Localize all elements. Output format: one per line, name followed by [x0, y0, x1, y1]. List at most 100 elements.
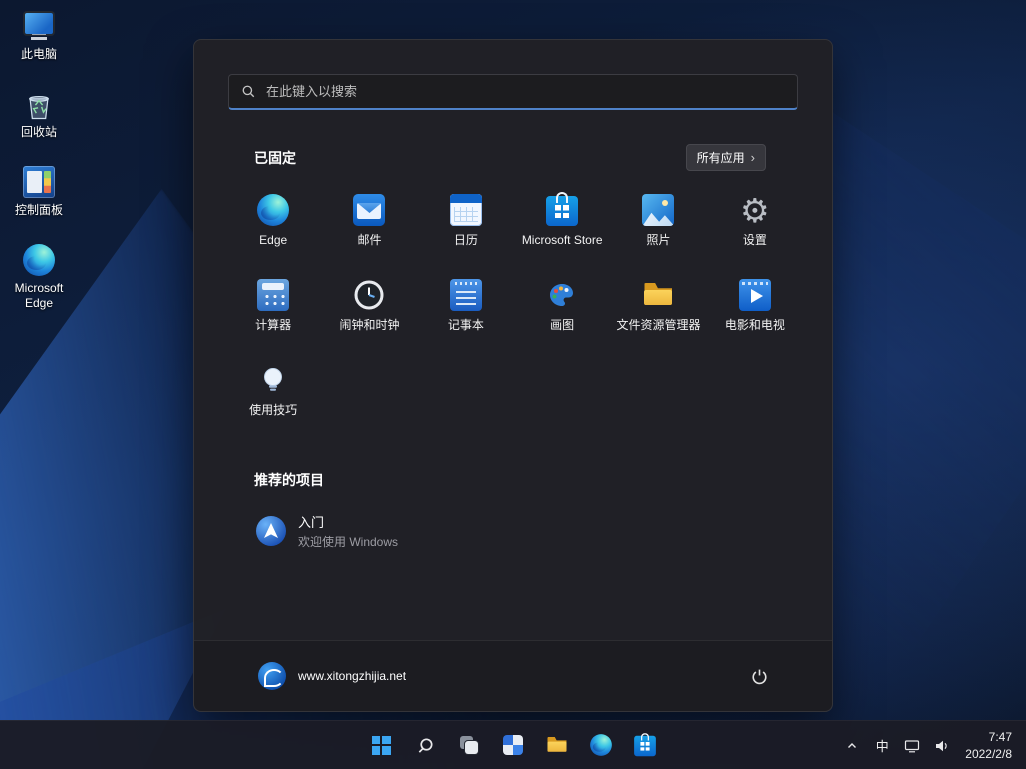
pinned-app-paint[interactable]: 画图	[514, 265, 610, 350]
mail-icon	[353, 194, 385, 226]
start-menu-panel: 已固定 所有应用 › Edge 邮件 日历 Microsoft Store 照片…	[193, 39, 833, 712]
lightbulb-icon	[257, 364, 289, 396]
network-icon	[904, 738, 920, 754]
store-icon	[634, 736, 656, 756]
recycle-bin-icon	[23, 88, 55, 120]
photos-icon	[642, 194, 674, 226]
edge-icon	[23, 244, 55, 276]
pinned-app-label: Edge	[259, 233, 287, 247]
recommended-item-get-started[interactable]: 入门 欢迎使用 Windows	[242, 504, 412, 558]
pinned-app-file-explorer[interactable]: 文件资源管理器	[610, 265, 706, 350]
start-search-box[interactable]	[228, 74, 798, 110]
recommended-section-header: 推荐的项目	[254, 470, 324, 490]
taskbar: 中 7:47 2022/2/8	[0, 720, 1026, 769]
recommended-item-title: 入门	[298, 512, 398, 531]
folder-icon	[546, 734, 568, 756]
desktop-icon-edge[interactable]: Microsoft Edge	[6, 244, 72, 311]
edge-icon	[590, 734, 612, 756]
pinned-app-label: 计算器	[255, 318, 291, 332]
power-icon	[751, 668, 768, 685]
pinned-app-label: 使用技巧	[249, 403, 297, 417]
pinned-app-movies-tv[interactable]: 电影和电视	[707, 265, 803, 350]
desktop-icon-list: 此电脑 回收站 控制面板 Microsoft Edge	[6, 10, 72, 311]
store-icon	[546, 196, 578, 226]
chevron-up-icon	[846, 740, 858, 752]
clock-time: 7:47	[965, 729, 1012, 745]
desktop-icon-label: 此电脑	[21, 47, 57, 62]
task-view-button[interactable]	[449, 725, 489, 765]
pinned-section-header: 已固定 所有应用 ›	[254, 144, 766, 171]
desktop-icon-label: 控制面板	[15, 203, 63, 218]
windows-logo-icon	[372, 736, 391, 755]
pinned-app-label: 照片	[646, 233, 670, 247]
tray-overflow-button[interactable]	[839, 728, 865, 764]
network-button[interactable]	[899, 728, 925, 764]
widgets-icon	[503, 735, 523, 755]
pinned-app-label: 文件资源管理器	[616, 318, 700, 332]
power-button[interactable]	[742, 659, 776, 693]
pinned-app-label: Microsoft Store	[522, 233, 603, 247]
user-account-button[interactable]: www.xitongzhijia.net	[258, 662, 406, 690]
pinned-app-label: 闹钟和时钟	[339, 318, 399, 332]
all-apps-label: 所有应用	[697, 149, 745, 166]
ime-label: 中	[876, 736, 889, 755]
pinned-app-notepad[interactable]: 记事本	[418, 265, 514, 350]
pinned-app-label: 设置	[743, 233, 767, 247]
pinned-app-edge[interactable]: Edge	[225, 180, 321, 265]
start-button[interactable]	[361, 725, 401, 765]
chevron-right-icon: ›	[751, 151, 755, 164]
recommended-item-text: 入门 欢迎使用 Windows	[298, 512, 398, 550]
desktop-icon-recycle-bin[interactable]: 回收站	[6, 88, 72, 140]
all-apps-button[interactable]: 所有应用 ›	[686, 144, 766, 171]
user-label: www.xitongzhijia.net	[298, 669, 406, 683]
pinned-app-calendar[interactable]: 日历	[418, 180, 514, 265]
pinned-app-label: 画图	[550, 318, 574, 332]
pinned-app-mail[interactable]: 邮件	[321, 180, 417, 265]
edge-icon	[257, 194, 289, 226]
start-menu-footer: www.xitongzhijia.net	[194, 640, 832, 711]
desktop-icon-label: Microsoft Edge	[6, 281, 72, 311]
pinned-app-label: 电影和电视	[725, 318, 785, 332]
recommended-item-subtitle: 欢迎使用 Windows	[298, 533, 398, 550]
gear-icon: ⚙	[739, 194, 771, 226]
taskbar-search-button[interactable]	[405, 725, 445, 765]
pinned-title: 已固定	[254, 148, 296, 168]
widgets-button[interactable]	[493, 725, 533, 765]
pinned-app-label: 邮件	[357, 233, 381, 247]
pinned-app-calculator[interactable]: 计算器	[225, 265, 321, 350]
pinned-app-alarms[interactable]: 闹钟和时钟	[321, 265, 417, 350]
search-icon	[241, 84, 256, 99]
pinned-app-grid: Edge 邮件 日历 Microsoft Store 照片 ⚙ 设置 计算器	[225, 180, 803, 435]
task-view-icon	[457, 733, 481, 757]
desktop-icon-label: 回收站	[21, 125, 57, 140]
pinned-app-label: 记事本	[448, 318, 484, 332]
taskbar-center-icons	[361, 725, 665, 765]
movies-icon	[739, 279, 771, 311]
clock[interactable]: 7:47 2022/2/8	[959, 729, 1018, 761]
desktop-icon-control-panel[interactable]: 控制面板	[6, 166, 72, 218]
control-panel-icon	[23, 166, 55, 198]
get-started-icon	[256, 516, 286, 546]
system-tray: 中 7:47 2022/2/8	[839, 721, 1018, 769]
clock-icon	[353, 279, 385, 311]
pinned-app-store[interactable]: Microsoft Store	[514, 180, 610, 265]
volume-button[interactable]	[929, 728, 955, 764]
notepad-icon	[450, 279, 482, 311]
pinned-app-photos[interactable]: 照片	[610, 180, 706, 265]
folder-icon	[642, 279, 674, 311]
this-pc-icon	[23, 10, 55, 42]
calendar-icon	[450, 194, 482, 226]
file-explorer-button[interactable]	[537, 725, 577, 765]
search-icon	[416, 736, 435, 755]
user-avatar	[258, 662, 286, 690]
desktop-icon-this-pc[interactable]: 此电脑	[6, 10, 72, 62]
pinned-app-settings[interactable]: ⚙ 设置	[707, 180, 803, 265]
search-input[interactable]	[266, 84, 785, 99]
paint-icon	[546, 279, 578, 311]
store-button[interactable]	[625, 725, 665, 765]
ime-indicator[interactable]: 中	[869, 728, 895, 764]
edge-button[interactable]	[581, 725, 621, 765]
clock-date: 2022/2/8	[965, 746, 1012, 762]
recommended-title: 推荐的项目	[254, 472, 324, 488]
pinned-app-tips[interactable]: 使用技巧	[225, 350, 321, 435]
